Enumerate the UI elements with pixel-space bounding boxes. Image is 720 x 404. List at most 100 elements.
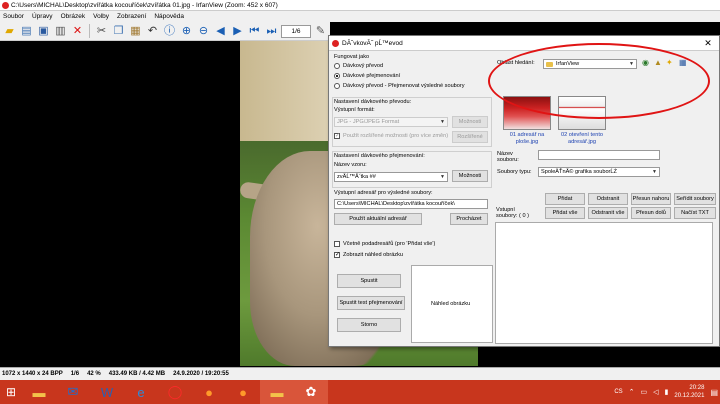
mode-convert-rename-label: Dávkový převod - Přejmenovat výsledné so… [343,83,465,89]
thumbnail-01-caption-line1: 01 adresář na [509,132,545,138]
save-icon[interactable]: ▣ [36,24,51,39]
test-rename-button[interactable]: Spustit test přejmenování [337,296,405,310]
function-group-label: Fungovat jako [334,54,370,60]
use-current-dir-button[interactable]: Použít aktuální adresář [334,213,422,225]
next-icon[interactable]: ▶ [230,24,245,39]
mode-batch-rename-label: Dávkové přejmenování [343,73,401,79]
tray-volume-icon[interactable]: ◁ [653,388,658,396]
filename-input[interactable] [538,150,660,160]
copy-icon[interactable]: ❐ [111,24,126,39]
output-dir-label: Výstupní adresář pro výsledné soubory: [334,190,433,196]
format-options-button[interactable]: Možnosti [452,116,488,128]
sort-files-button[interactable]: Seřídit soubory [674,193,716,205]
taskbar-explorer-icon[interactable]: ▬ [22,380,56,404]
advanced-options-checkbox[interactable]: ✓ Použít rozšířené možnosti (pro více změ… [334,133,448,139]
window-titlebar: C:\Users\MICHAL\Desktop\zvířátka kocouří… [0,0,720,11]
include-subdirs-label: Včetně podadresářů (pro 'Přidat vše') [343,241,436,247]
include-subdirs-checkbox[interactable]: Včetně podadresářů (pro 'Přidat vše') [334,241,435,247]
taskbar-firefox-2-icon[interactable]: ● [226,380,260,404]
load-txt-button[interactable]: Načíst TXT [674,207,716,219]
taskbar-firefox-icon[interactable]: ● [192,380,226,404]
status-zoom: 42 % [87,371,101,377]
tray-language[interactable]: CS [614,389,622,395]
add-all-button[interactable]: Přidat vše [545,207,585,219]
filetype-label: Soubory typu: [497,169,532,175]
toolbar-separator [89,24,90,38]
delete-icon[interactable]: ✕ [70,24,85,39]
irfanview-app-icon [2,1,9,9]
status-date: 24.9.2020 / 19:20:55 [173,371,229,377]
first-icon[interactable]: ⏮ [247,24,262,39]
open-folder-icon[interactable]: ▰ [2,24,17,39]
menu-napoveda[interactable]: Nápověda [154,13,184,20]
remove-all-button[interactable]: Odstranit vše [588,207,628,219]
output-format-select[interactable]: JPG - JPG/JPEG Format [334,117,448,127]
tray-time: 20:28 [689,385,705,391]
input-files-label-line2: soubory: [496,213,518,219]
browse-button[interactable]: Procházet [450,213,488,225]
menu-volby[interactable]: Volby [93,13,109,20]
taskbar-edge-icon[interactable]: e [124,380,158,404]
slideshow-icon[interactable]: ▤ [19,24,34,39]
tray-date: 20.12.2021 [674,393,705,399]
pattern-input[interactable]: zvĂ­Ĺ™Ăˇtka ## [334,172,448,182]
filetype-select[interactable]: SpoleÄŤnĂ© grafika souborĹŻ [538,167,660,177]
menu-upravy[interactable]: Úpravy [32,13,53,20]
toolbar: ▰ ▤ ▣ ▥ ✕ ✂ ❐ ▦ ↶ ⓘ ⊕ ⊖ ◀ ▶ ⏮ ⏭ 1/6 ✎ [0,22,330,41]
settings-icon[interactable]: ✎ [313,24,328,39]
cancel-button[interactable]: Storno [337,318,401,332]
taskbar-word-icon[interactable]: W [90,380,124,404]
menu-zobrazeni[interactable]: Zobrazení [117,13,146,20]
paste-icon[interactable]: ▦ [128,24,143,39]
menu-obrazek[interactable]: Obrázek [61,13,86,20]
tray-clock[interactable]: 20:28 20.12.2021 [674,384,704,400]
dialog-app-icon [332,39,339,47]
mode-batch-rename-radio[interactable]: Dávkové přejmenování [334,73,400,79]
show-preview-checkbox[interactable]: ✓ Zobrazit náhled obrázku [334,252,403,258]
previous-icon[interactable]: ◀ [213,24,228,39]
remove-button[interactable]: Odstranit [588,193,628,205]
output-dir-input[interactable]: C:\Users\MICHAL\Desktop\zvířátka kocouří… [334,199,488,209]
thumbnail-01-caption: 01 adresář na ploše.jpg [501,132,553,146]
status-dimensions: 1072 x 1440 x 24 BPP [2,371,63,377]
page-indicator: 1/6 [281,24,311,38]
dialog-close-icon[interactable]: ✕ [697,36,719,51]
mode-convert-rename-radio[interactable]: Dávkový převod - Přejmenovat výsledné so… [334,83,465,89]
tray-battery-icon[interactable]: ▮ [665,388,669,396]
status-bar: 1072 x 1440 x 24 BPP 1/6 42 % 433.49 KB … [0,367,720,380]
pattern-options-button[interactable]: Možnosti [452,170,488,182]
tray-network-icon[interactable]: ▭ [641,388,648,396]
mode-batch-convert-radio[interactable]: Dávkový převod [334,63,383,69]
filename-label-line2: souboru: [497,157,519,163]
menu-soubor[interactable]: Soubor [3,13,24,20]
thumbnail-01-caption-line2: ploše.jpg [515,139,539,145]
output-format-label: Výstupní formát: [334,107,375,113]
input-files-list[interactable] [495,222,713,344]
input-files-label: Vstupní soubory: ( 0 ) [496,207,529,219]
show-preview-label: Zobrazit náhled obrázku [343,252,404,258]
zoom-out-icon[interactable]: ⊖ [196,24,211,39]
undo-icon[interactable]: ↶ [145,24,160,39]
start-icon[interactable]: ⊞ [0,380,22,404]
move-up-button[interactable]: Přesun nahoru [631,193,671,205]
taskbar-opera-icon[interactable]: ◯ [158,380,192,404]
taskbar-folder-icon[interactable]: ▬ [260,380,294,404]
start-button[interactable]: Spustit [337,274,401,288]
move-down-button[interactable]: Přesun dolů [631,207,671,219]
last-icon[interactable]: ⏭ [264,24,279,39]
taskbar-irfanview-icon[interactable]: ✿ [294,380,328,404]
cut-icon[interactable]: ✂ [94,24,109,39]
print-icon[interactable]: ▥ [53,24,68,39]
notification-icon[interactable]: ▤ [710,388,718,397]
system-tray: CS ⌃ ▭ ◁ ▮ 20:28 20.12.2021 ▤ [614,380,718,404]
tray-chevron-icon[interactable]: ⌃ [629,388,635,396]
taskbar-outlook-icon[interactable]: ✉ [56,380,90,404]
advanced-button[interactable]: Rozšířené [452,131,488,143]
red-highlight-ellipse [488,43,710,119]
zoom-in-icon[interactable]: ⊕ [179,24,194,39]
menu-bar: Soubor Úpravy Obrázek Volby Zobrazení Ná… [0,11,720,22]
status-filesize: 433.49 KB / 4.42 MB [108,371,166,377]
add-button[interactable]: Přidat [545,193,585,205]
info-icon[interactable]: ⓘ [162,24,177,39]
pattern-label: Název vzoru: [334,162,367,168]
